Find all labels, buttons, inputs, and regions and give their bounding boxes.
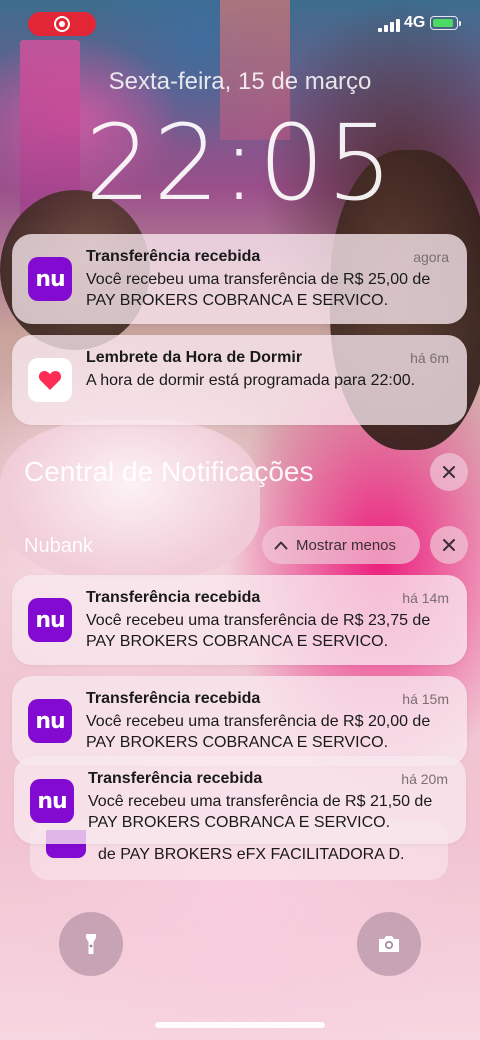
notification-time: há 20m — [401, 771, 448, 787]
notification-title: Lembrete da Hora de Dormir — [86, 349, 303, 366]
battery-icon — [430, 16, 461, 30]
show-less-label: Mostrar menos — [296, 536, 397, 554]
notification-card[interactable]: nu Transferência recebida há 20m Você re… — [14, 756, 466, 844]
notification-body: Você recebeu uma transferência de R$ 21,… — [88, 793, 433, 831]
notification-time: há 6m — [410, 350, 449, 366]
flashlight-button[interactable] — [59, 912, 123, 976]
notification-card[interactable]: Lembrete da Hora de Dormir há 6m A hora … — [12, 335, 467, 425]
close-icon — [443, 466, 455, 478]
notification-body: A hora de dormir está programada para 22… — [86, 372, 416, 389]
notification-time: há 15m — [402, 691, 449, 707]
notification-center-title: Central de Notificações — [24, 456, 314, 487]
nubank-icon: nu — [28, 598, 72, 642]
notification-title: Transferência recebida — [88, 770, 263, 787]
notification-time: há 14m — [402, 590, 449, 606]
clear-group-button[interactable] — [430, 526, 468, 564]
cellular-signal-icon — [378, 18, 400, 32]
notification-time: agora — [413, 249, 449, 265]
screen-recording-indicator[interactable] — [28, 12, 96, 36]
notification-title: Transferência recebida — [86, 248, 261, 265]
lock-time: 22:05 — [85, 102, 395, 224]
close-icon — [443, 539, 455, 551]
notification-card[interactable]: nu Transferência recebida há 15m Você re… — [12, 676, 467, 766]
lock-date: Sexta-feira, 15 de março — [108, 68, 372, 95]
nubank-icon: nu — [30, 779, 74, 823]
chevron-up-icon — [274, 541, 288, 550]
notification-title: Transferência recebida — [86, 690, 261, 707]
notification-title: Transferência recebida — [86, 589, 261, 606]
battery-level — [433, 19, 453, 27]
notification-body: Você recebeu uma transferência de R$ 25,… — [86, 271, 431, 309]
show-less-button[interactable]: Mostrar menos — [262, 526, 420, 564]
network-type: 4G — [404, 14, 426, 31]
notification-body: Você recebeu uma transferência de R$ 23,… — [86, 612, 431, 650]
notification-body: Você recebeu uma transferência de R$ 20,… — [86, 713, 431, 751]
clear-all-button[interactable] — [430, 453, 468, 491]
notification-card[interactable]: nu Transferência recebida agora Você rec… — [12, 234, 467, 324]
notification-card[interactable]: nu Transferência recebida há 14m Você re… — [12, 575, 467, 665]
flashlight-icon — [86, 934, 96, 954]
record-icon — [54, 16, 70, 32]
heart-icon — [28, 358, 72, 402]
home-indicator[interactable] — [155, 1022, 325, 1028]
nubank-icon: nu — [28, 257, 72, 301]
camera-button[interactable] — [357, 912, 421, 976]
camera-icon — [379, 936, 399, 952]
status-bar: 4G — [0, 12, 480, 40]
notification-group-title: Nubank — [24, 535, 93, 557]
nubank-icon: nu — [28, 699, 72, 743]
stacked-notification-text: de PAY BROKERS eFX FACILITADORA D. — [98, 846, 405, 863]
